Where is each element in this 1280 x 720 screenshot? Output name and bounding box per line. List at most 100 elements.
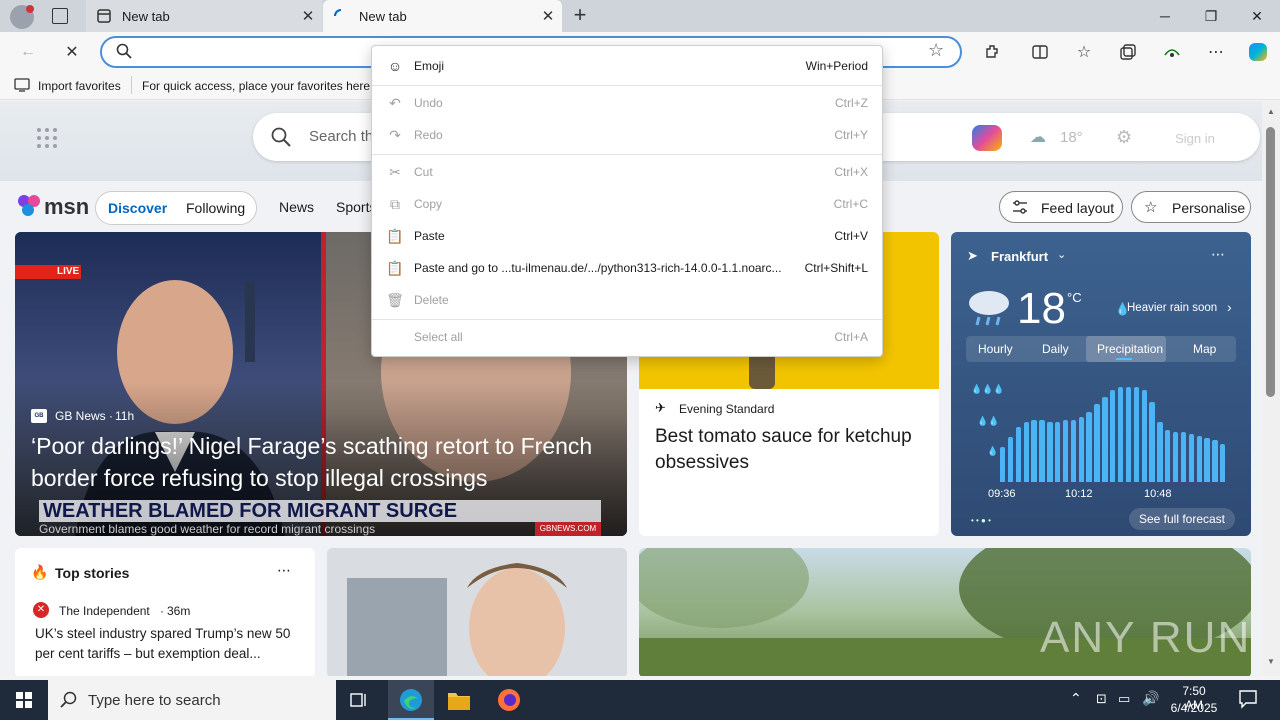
copilot-icon[interactable] xyxy=(1242,36,1274,68)
favorites-icon[interactable]: ☆ xyxy=(1068,36,1100,68)
close-tab-icon[interactable]: ✕ xyxy=(534,7,562,25)
emoji-icon: ☺ xyxy=(387,58,403,74)
top-stories-title: Top stories xyxy=(55,565,130,581)
tab-discover[interactable]: Discover xyxy=(108,200,167,216)
undo-icon: ↶ xyxy=(389,94,401,111)
weather-tabs: Hourly Daily Precipitation Map xyxy=(966,336,1236,362)
minimize-button[interactable]: ─ xyxy=(1142,0,1188,32)
settings-gear-icon[interactable]: ⚙ xyxy=(1116,127,1132,148)
close-tab-icon[interactable]: ✕ xyxy=(294,7,322,25)
title-bar: New tab ✕ New tab ✕ + ─ ❐ ✕ xyxy=(0,0,1280,32)
start-button[interactable] xyxy=(0,680,48,720)
app-launcher-icon[interactable] xyxy=(36,127,58,154)
precipitation-bar xyxy=(1007,437,1014,482)
carousel-dots[interactable]: • • ● • xyxy=(971,516,991,525)
task-view-icon[interactable] xyxy=(350,691,368,714)
tab-active[interactable]: New tab ✕ xyxy=(323,0,562,32)
restore-button[interactable]: ❐ xyxy=(1188,0,1234,32)
weather-cloud-icon: ☁ xyxy=(1030,129,1046,146)
weather-unit[interactable]: °C xyxy=(1067,290,1082,305)
precipitation-bar xyxy=(1062,420,1069,482)
weather-tab-hourly[interactable]: Hourly xyxy=(978,342,1013,356)
precipitation-bar xyxy=(1220,444,1226,482)
precipitation-bar xyxy=(1102,397,1108,482)
taskbar-search-box[interactable]: Type here to search xyxy=(48,680,336,720)
tab-actions-icon[interactable] xyxy=(52,8,68,24)
back-icon[interactable]: ← xyxy=(12,36,44,68)
menu-item-undo[interactable]: ↶ Undo Ctrl+Z xyxy=(372,88,882,118)
new-tab-button[interactable]: + xyxy=(568,4,592,28)
precipitation-bar xyxy=(1047,422,1053,482)
import-favorites-link[interactable]: Import favorites xyxy=(38,79,121,93)
file-explorer-icon[interactable] xyxy=(447,689,471,716)
live-badge: LIVE xyxy=(15,265,81,279)
sign-in-button[interactable]: Sign in xyxy=(1156,125,1234,151)
menu-item-emoji[interactable]: ☺ Emoji Win+Period xyxy=(372,51,882,81)
close-window-button[interactable]: ✕ xyxy=(1234,0,1280,32)
hero-source: GB News xyxy=(55,409,106,423)
rain-cloud-icon xyxy=(965,287,1013,332)
scroll-down-icon[interactable]: ▼ xyxy=(1267,657,1275,666)
split-screen-icon[interactable] xyxy=(1024,36,1056,68)
nav-news[interactable]: News xyxy=(279,199,314,215)
collections-icon[interactable] xyxy=(1112,36,1144,68)
hero-headline[interactable]: ‘Poor darlings!’ Nigel Farage’s scathing… xyxy=(31,430,621,494)
more-options-icon[interactable]: ⋯ xyxy=(1211,246,1225,263)
show-hidden-icons-chevron-icon[interactable]: ⌃ xyxy=(1070,690,1082,707)
notifications-icon[interactable] xyxy=(1238,689,1258,714)
volume-icon[interactable]: 🔊 xyxy=(1142,690,1159,707)
feed-layout-button[interactable]: Feed layout xyxy=(999,191,1123,223)
network-device-icon[interactable]: ⊡ xyxy=(1096,691,1107,707)
menu-item-label: Undo xyxy=(414,96,443,110)
favorite-star-icon[interactable]: ☆ xyxy=(928,40,944,61)
menu-item-cut[interactable]: ✂ Cut Ctrl+X xyxy=(372,157,882,187)
more-icon[interactable]: ⋯ xyxy=(1200,36,1232,68)
profile-avatar-icon[interactable] xyxy=(10,5,34,29)
top-stories-card: 🔥 Top stories ⋯ ✕ The Independent · 36m … xyxy=(15,548,315,676)
precipitation-bar xyxy=(1188,434,1195,482)
article-headline[interactable]: Best tomato sauce for ketchup obsessives xyxy=(655,424,915,476)
search-icon xyxy=(116,43,132,64)
tab-following[interactable]: Following xyxy=(186,200,245,216)
more-options-icon[interactable]: ⋯ xyxy=(277,562,291,579)
menu-item-paste[interactable]: 📋 Paste Ctrl+V xyxy=(372,221,882,251)
scrollbar-thumb[interactable] xyxy=(1266,127,1275,397)
precipitation-bar xyxy=(1078,417,1084,482)
scroll-up-icon[interactable]: ▲ xyxy=(1267,107,1275,116)
gb-news-logo: GB xyxy=(31,409,47,423)
weather-location[interactable]: Frankfurt xyxy=(991,249,1048,264)
weather-tab-daily[interactable]: Daily xyxy=(1042,342,1069,356)
weather-alert[interactable]: Heavier rain soon xyxy=(1127,302,1217,314)
menu-item-delete[interactable]: 🗑 Delete xyxy=(372,285,882,315)
see-full-forecast-button[interactable]: See full forecast xyxy=(1129,508,1235,530)
weather-card[interactable]: ➤ Frankfurt ⌄ ⋯ 18 °C 💧 Heavier rain soo… xyxy=(951,232,1251,536)
chevron-right-icon[interactable]: › xyxy=(1227,299,1232,315)
tab-inactive[interactable]: New tab ✕ xyxy=(86,0,322,32)
stop-icon[interactable]: ✕ xyxy=(56,36,88,68)
network-icon[interactable]: ▭ xyxy=(1118,691,1130,707)
extensions-icon[interactable] xyxy=(976,36,1008,68)
personalise-button[interactable]: ☆ Personalise xyxy=(1131,191,1251,223)
menu-item-select[interactable]: Select all Ctrl+A xyxy=(372,322,882,352)
precipitation-bar xyxy=(1110,390,1116,482)
taskbar-date[interactable]: 6/4/2025 xyxy=(1168,701,1220,715)
page-scrollbar[interactable]: ▲ ▼ xyxy=(1262,101,1280,676)
tv-sub-banner: Government blames good weather for recor… xyxy=(39,522,376,536)
msn-logo-icon[interactable] xyxy=(16,192,42,223)
search-icon xyxy=(60,691,78,714)
story-dot: · xyxy=(160,604,164,618)
menu-item-copy[interactable]: ⧉ Copy Ctrl+C xyxy=(372,189,882,219)
performance-icon[interactable] xyxy=(1156,36,1188,68)
photo-article-card[interactable] xyxy=(327,548,627,676)
weather-tab-precipitation[interactable]: Precipitation xyxy=(1097,342,1163,356)
menu-item-paste[interactable]: 📋 Paste and go to ...tu-ilmenau.de/.../py… xyxy=(372,253,882,283)
copilot-search-icon[interactable] xyxy=(972,125,1002,151)
chevron-down-icon[interactable]: ⌄ xyxy=(1057,248,1066,261)
menu-item-redo[interactable]: ↷ Redo Ctrl+Y xyxy=(372,120,882,150)
firefox-icon[interactable] xyxy=(497,688,521,717)
story-source: The Independent xyxy=(59,604,150,618)
weather-tab-map[interactable]: Map xyxy=(1193,342,1216,356)
story-headline[interactable]: UK’s steel industry spared Trump’s new 5… xyxy=(35,624,301,664)
taskbar-edge-button[interactable] xyxy=(388,680,434,720)
precipitation-bar xyxy=(1086,412,1092,482)
